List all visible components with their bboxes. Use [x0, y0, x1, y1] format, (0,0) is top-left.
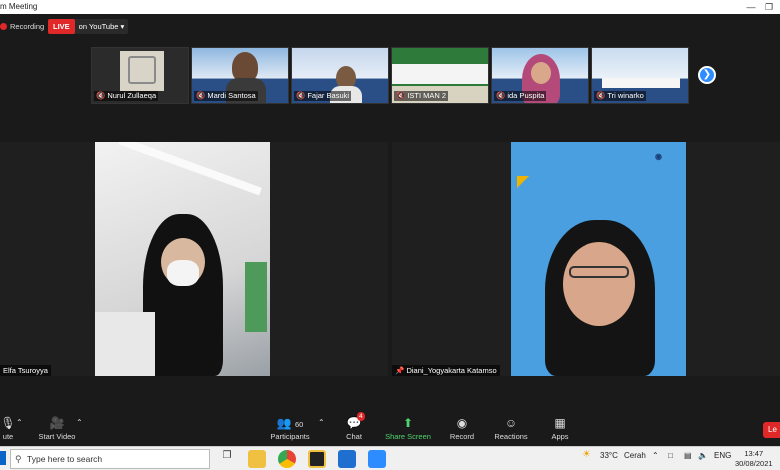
record-dot-icon — [0, 23, 7, 30]
live-platform: on YouTube ▾ — [78, 22, 125, 31]
chrome-icon[interactable] — [278, 450, 296, 468]
recording-indicator[interactable]: Recording — [0, 22, 44, 31]
recording-label: Recording — [10, 22, 45, 31]
chat-unread-badge: 4 — [357, 412, 365, 421]
weather-condition[interactable]: Cerah — [624, 451, 646, 460]
participant-thumb[interactable]: 🔇 Tri winarko — [591, 47, 689, 104]
zoom-app-icon[interactable] — [368, 450, 386, 468]
muted-mic-icon: 🔇 — [96, 91, 106, 100]
apps-icon: ▦ — [554, 416, 566, 430]
participant-name-label: 📌 Diani_Yogyakarta Katamso — [392, 365, 500, 376]
live-stream-button[interactable]: LIVE on YouTube ▾ — [48, 19, 129, 34]
video-tile-right[interactable]: ◉ 📌 Diani_Yogyakarta Katamso — [392, 142, 780, 376]
muted-mic-icon: 🔇 — [596, 91, 606, 100]
participants-icon: 👥 — [276, 416, 292, 430]
minimize-icon[interactable]: — — [742, 0, 760, 14]
participant-name: ISTI MAN 2 — [407, 91, 447, 100]
clock-time: 13:47 — [744, 449, 764, 458]
taskbar-clock[interactable]: 13:47 30/08/2021 — [735, 449, 773, 468]
meeting-topbar: Recording LIVE on YouTube ▾ — [0, 14, 780, 44]
task-view-icon[interactable]: ❐ — [218, 450, 236, 468]
background-logo-icon: ◉ — [655, 152, 662, 161]
participant-video: ◉ — [511, 142, 686, 376]
video-tile-left[interactable]: Elfa Tsuroyya — [0, 142, 388, 376]
participant-thumb[interactable]: 🔇 Nurul Zullaeqa — [91, 47, 189, 104]
clock-date: 30/08/2021 — [735, 458, 773, 468]
muted-mic-icon: 🔇 — [296, 91, 306, 100]
windows-taskbar: ⚲ Type here to search ❐ ☀ 33°C Cerah ⌃ □… — [0, 446, 780, 470]
meeting-toolbar: 🎙 ute ⌃ 🎥 Start Video ⌃ 👥 60 Participant… — [0, 412, 780, 446]
search-icon: ⚲ — [15, 454, 22, 464]
window-titlebar: m Meeting — ❐ — [0, 0, 780, 14]
pin-icon: 📌 — [395, 366, 405, 375]
next-page-button[interactable]: ❯ — [698, 66, 716, 84]
participant-name: Nurul Zullaeqa — [107, 91, 157, 100]
battery-icon[interactable]: □ — [668, 451, 673, 460]
taskbar-search-input[interactable]: ⚲ Type here to search — [10, 449, 210, 469]
participant-name: Fajar Basuki — [307, 91, 350, 100]
network-icon[interactable]: ▤ — [684, 451, 692, 460]
store-icon[interactable] — [338, 450, 356, 468]
share-screen-button[interactable]: ⬆ Share Screen — [378, 414, 438, 441]
participant-thumb[interactable]: 🔇 ida Puspita — [491, 47, 589, 104]
apps-button[interactable]: ▦ Apps — [530, 414, 590, 441]
participant-name-label: Elfa Tsuroyya — [0, 365, 51, 376]
participant-thumb[interactable]: 🔇 Fajar Basuki — [291, 47, 389, 104]
weather-sun-icon: ☀ — [582, 449, 591, 460]
tray-chevron-icon[interactable]: ⌃ — [652, 451, 659, 460]
video-options-chevron-icon[interactable]: ⌃ — [76, 418, 83, 427]
participants-count: 60 — [294, 420, 304, 429]
participant-name: ida Puspita — [507, 91, 545, 100]
temperature[interactable]: 33°C — [600, 451, 618, 460]
sticky-app-icon[interactable] — [308, 450, 326, 468]
volume-icon[interactable]: 🔈 — [698, 451, 708, 460]
muted-mic-icon: 🔇 — [196, 91, 206, 100]
muted-mic-icon: 🔇 — [396, 91, 406, 100]
mute-options-chevron-icon[interactable]: ⌃ — [16, 418, 23, 427]
live-badge: LIVE — [48, 19, 75, 34]
participant-thumb[interactable]: 🔇 Mardi Santosa — [191, 47, 289, 104]
chevron-right-icon: ❯ — [702, 69, 712, 80]
language-indicator[interactable]: ENG — [714, 451, 731, 460]
participant-video — [95, 142, 270, 376]
windows-start-icon[interactable] — [0, 451, 6, 465]
window-title: m Meeting — [0, 2, 38, 11]
participant-name: Mardi Santosa — [207, 91, 256, 100]
leave-button[interactable]: Le — [763, 422, 780, 438]
muted-mic-icon: 🔇 — [496, 91, 506, 100]
chat-button[interactable]: 💬 4 Chat — [324, 412, 384, 441]
participant-name: Tri winarko — [607, 91, 644, 100]
participant-thumb[interactable]: 🔇 ISTI MAN 2 — [391, 47, 489, 104]
participant-strip: 🔇 Nurul Zullaeqa 🔇 Mardi Santosa 🔇 Fajar Ba… — [91, 47, 689, 104]
file-explorer-icon[interactable] — [248, 450, 266, 468]
share-screen-icon: ⬆ — [402, 416, 414, 430]
restore-icon[interactable]: ❐ — [760, 0, 778, 14]
participants-button[interactable]: 👥 60 Participants — [260, 414, 320, 441]
